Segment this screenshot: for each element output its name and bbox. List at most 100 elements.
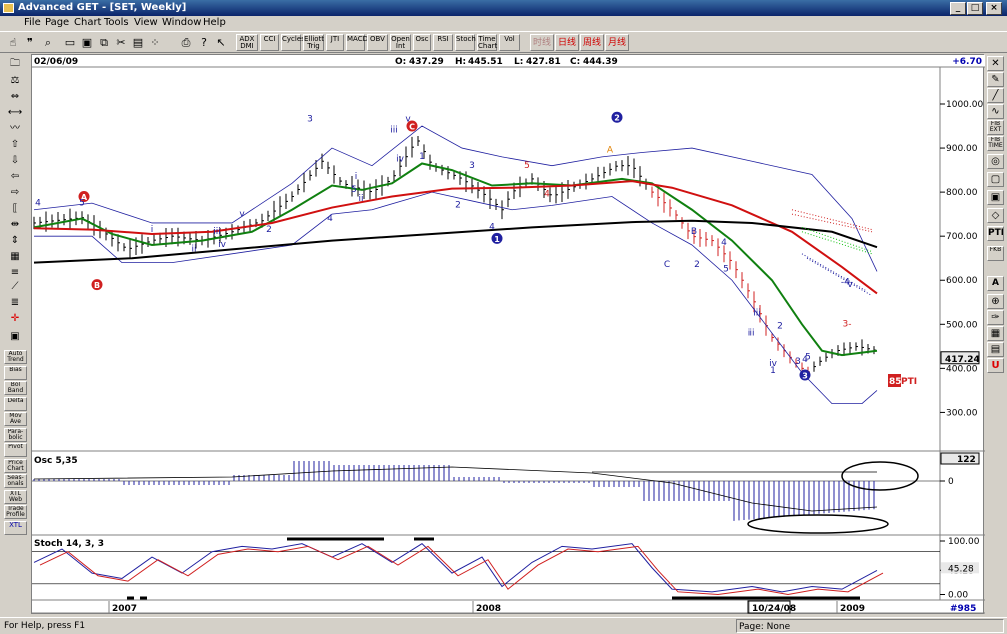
right-tool-3[interactable]: PTI — [987, 226, 1004, 241]
wave-icon[interactable]: ∿ — [987, 104, 1004, 119]
study-button-9[interactable]: RSI — [433, 34, 453, 51]
study-button-2[interactable]: Cycles — [281, 34, 305, 51]
left-tool-10[interactable]: Trade Profile — [4, 505, 27, 519]
study-button-4[interactable]: JTI — [326, 34, 344, 51]
menu-chart[interactable]: Chart — [74, 17, 101, 28]
right-tool-5[interactable]: A — [987, 276, 1004, 291]
left-tool-8[interactable]: Seas-onals — [4, 474, 27, 488]
study-button-8[interactable]: Osc — [413, 34, 431, 51]
wave-label: 5 — [79, 198, 85, 208]
lines-icon[interactable]: ≡ — [6, 266, 24, 280]
box-icon[interactable]: ▣ — [987, 190, 1004, 205]
zoom-icon[interactable]: ⊕ — [987, 294, 1004, 309]
u-icon[interactable]: U — [987, 358, 1004, 373]
square-icon[interactable]: ▢ — [987, 172, 1004, 187]
oscillator-panel[interactable]: Osc 5,35 0 122 — [32, 452, 980, 534]
diamond-icon[interactable]: ◇ — [987, 208, 1004, 223]
left-arrow-icon[interactable]: ⇦ — [6, 170, 24, 184]
cut-icon[interactable]: ✂ — [113, 35, 129, 50]
folder-icon[interactable]: 🗀 — [6, 57, 24, 71]
page-icon[interactable]: ▭ — [62, 35, 78, 50]
wave-label: ii — [191, 245, 196, 255]
magnify-icon[interactable]: ⌕ — [40, 35, 56, 50]
left-tool-5[interactable]: Para-bolic — [4, 427, 27, 442]
study-button-0[interactable]: ADX DMI — [236, 34, 258, 51]
chart-svg[interactable]: 02/06/09 O: 437.29 H: 445.51 L: 427.81 C… — [32, 55, 985, 615]
study-button-6[interactable]: OBV — [367, 34, 388, 51]
spiral-icon[interactable]: ◎ — [987, 154, 1004, 169]
down-arrow-icon[interactable]: ⇩ — [6, 154, 24, 168]
right-tool-1[interactable]: FIB EXT — [987, 120, 1004, 135]
study-button-12[interactable]: Vol — [499, 34, 520, 51]
window-icon[interactable]: ▣ — [6, 330, 24, 344]
right-tool-4[interactable]: FKB — [987, 246, 1004, 261]
elliott-icon[interactable]: 〰 — [6, 122, 24, 136]
stochastic-panel[interactable]: Stoch 14, 3, 3100.0045.280.0045.28 — [32, 537, 980, 601]
menu-page[interactable]: Page — [45, 17, 69, 28]
period-button-3[interactable]: 月线 — [605, 34, 629, 51]
chart-area[interactable]: 02/06/09 O: 437.29 H: 445.51 L: 427.81 C… — [31, 54, 985, 615]
pointer-help-icon[interactable]: ↖ — [213, 35, 229, 50]
menu-view[interactable]: View — [134, 17, 158, 28]
study-button-3[interactable]: Elliott Trig — [303, 34, 324, 51]
maximize-button[interactable]: □ — [967, 2, 983, 15]
study-button-7[interactable]: Open Int — [390, 34, 411, 51]
left-tool-9[interactable]: XTL Web — [4, 489, 27, 504]
table-icon[interactable]: ▤ — [987, 342, 1004, 357]
left-tool-7[interactable]: Price Chart — [4, 458, 27, 473]
quote-icon[interactable]: ❞ — [22, 35, 38, 50]
pencil-icon[interactable]: ✎ — [987, 72, 1004, 87]
scale-icon[interactable]: ⚖ — [6, 74, 24, 88]
pti-label: PTI — [901, 377, 917, 387]
status-bar: For Help, press F1 Page: None — [0, 617, 1007, 634]
close-button[interactable]: × — [986, 2, 1002, 15]
reset-icon[interactable]: ⇔ — [6, 90, 24, 104]
study-button-5[interactable]: MACD — [346, 34, 368, 51]
right-tool-2[interactable]: FIB TIME — [987, 136, 1004, 151]
pen-icon[interactable]: ✑ — [987, 310, 1004, 325]
copy-icon[interactable]: ⧉ — [96, 35, 112, 50]
right-arrow-icon[interactable]: ⇨ — [6, 186, 24, 200]
compress-icon[interactable]: ⇕ — [6, 234, 24, 248]
dots-icon[interactable]: ⁘ — [147, 35, 163, 50]
print-icon[interactable]: ⎙ — [178, 35, 194, 50]
cross-tool-icon[interactable]: ✕ — [987, 56, 1004, 71]
wave-label: iv — [218, 240, 227, 250]
left-tool-1[interactable]: Bias — [4, 365, 27, 380]
menu-window[interactable]: Window — [162, 17, 201, 28]
period-button-0[interactable]: 时线 — [530, 34, 554, 51]
menu-file[interactable]: File — [24, 17, 41, 28]
gann-icon[interactable]: ⟋ — [6, 280, 24, 294]
price-panel[interactable]: 1000.00 900.00 800.00 700.00 600.00 500.00 400… — [33, 100, 983, 418]
grid-icon[interactable]: ▦ — [6, 250, 24, 264]
left-tool-6[interactable]: Pivot — [4, 443, 27, 457]
cross-icon[interactable]: ✛ — [6, 312, 24, 326]
menu-tools[interactable]: Tools — [104, 17, 129, 28]
bracket-icon[interactable]: ⟦ — [6, 202, 24, 216]
paste-icon[interactable]: ▤ — [130, 35, 146, 50]
hand-icon[interactable]: ☝ — [5, 35, 21, 50]
study-icon[interactable]: ⟷ — [6, 106, 24, 120]
expand-icon[interactable]: ⇹ — [6, 218, 24, 232]
menu-help[interactable]: Help — [203, 17, 226, 28]
left-tool-4[interactable]: Mov Ave — [4, 412, 27, 426]
left-tool-2[interactable]: Bol Band — [4, 381, 27, 395]
save-icon[interactable]: ▣ — [79, 35, 95, 50]
study-button-10[interactable]: Stoch — [455, 34, 476, 51]
left-tool-0[interactable]: Auto Trend — [4, 350, 27, 364]
study-button-1[interactable]: CCI — [260, 34, 279, 51]
line-tool-icon[interactable]: ╱ — [987, 88, 1004, 103]
up-arrow-icon[interactable]: ⇧ — [6, 138, 24, 152]
period-button-2[interactable]: 周线 — [580, 34, 604, 51]
minimize-button[interactable]: _ — [950, 2, 966, 15]
left-tool-3[interactable]: Delta — [4, 396, 27, 411]
x-axis-label: 2007 — [112, 604, 137, 614]
period-button-1[interactable]: 日线 — [555, 34, 579, 51]
osc-tick-label: 0 — [948, 477, 954, 487]
help-icon[interactable]: ? — [196, 35, 212, 50]
grid-tool-icon[interactable]: ▦ — [987, 326, 1004, 341]
left-tool-11[interactable]: XTL — [4, 520, 27, 535]
fib-icon[interactable]: ≣ — [6, 296, 24, 310]
wave-label: iii — [213, 227, 221, 237]
study-button-11[interactable]: Time Chart — [477, 34, 497, 51]
